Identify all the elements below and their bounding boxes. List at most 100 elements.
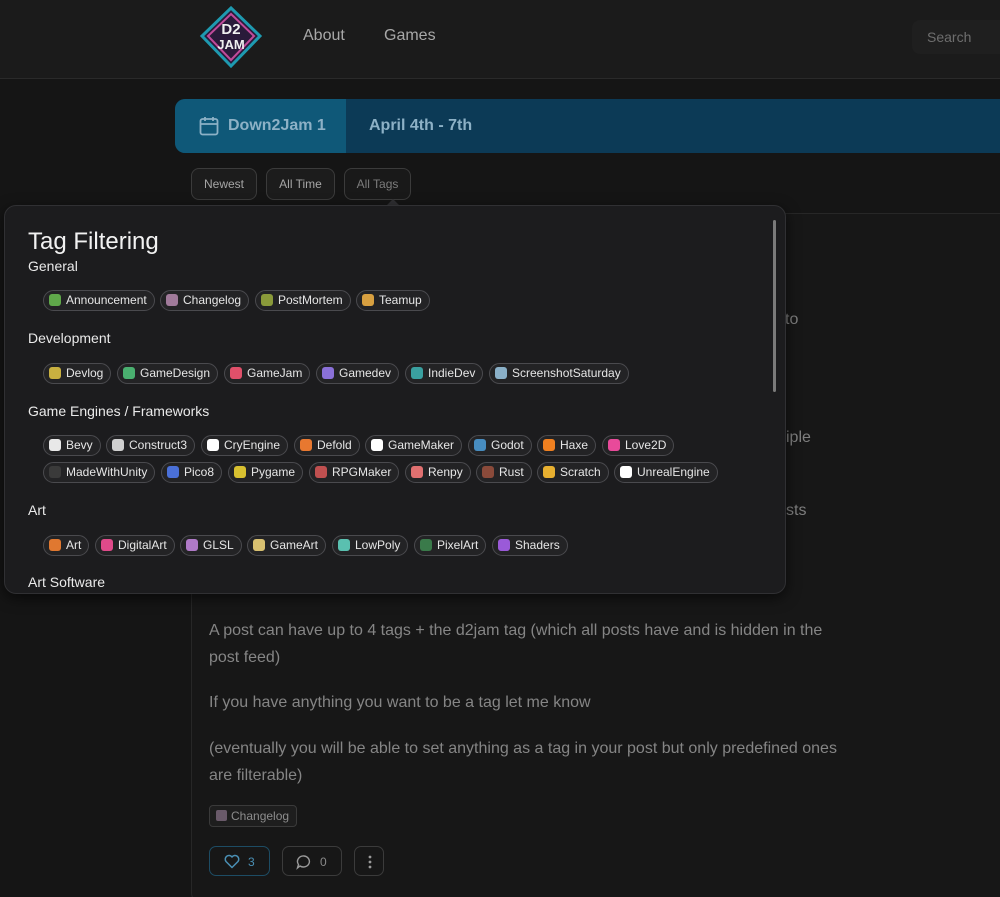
tag-section-title: Art Software — [28, 574, 106, 590]
post-text-fragment: sts — [786, 502, 807, 519]
pico8-icon — [167, 466, 179, 478]
shaders-icon — [498, 539, 510, 551]
event-banner[interactable]: Down2Jam 1 April 4th - 7th — [175, 99, 1000, 153]
postmortem-icon — [261, 294, 273, 306]
digitalart-icon — [101, 539, 113, 551]
love2d-icon — [608, 439, 620, 451]
tag-chip-scratch[interactable]: Scratch — [537, 462, 609, 483]
tag-chip-announcement[interactable]: Announcement — [43, 290, 155, 311]
tag-chip-label: MadeWithUnity — [66, 465, 148, 479]
tag-chip-devlog[interactable]: Devlog — [43, 363, 112, 384]
search-input[interactable]: Search — [912, 20, 1000, 54]
nav-about-link[interactable]: About — [303, 27, 345, 45]
post-text-fragment: to — [785, 311, 799, 328]
gamejam-icon — [230, 367, 242, 379]
post-tag-changelog[interactable]: Changelog — [209, 805, 298, 827]
tag-section-title: Art — [28, 502, 46, 518]
tag-chip-label: GameJam — [247, 366, 303, 380]
construct3-icon — [112, 439, 124, 451]
tag-chip-label: ScreenshotSaturday — [512, 366, 621, 380]
tag-chip-art[interactable]: Art — [43, 535, 90, 556]
tag-chip-gamejam[interactable]: GameJam — [224, 363, 311, 384]
like-button[interactable]: 3 — [209, 846, 270, 876]
tag-section-title: General — [28, 258, 78, 274]
tag-chip-rpgmaker[interactable]: RPGMaker — [309, 462, 400, 483]
tag-chip-love2d[interactable]: Love2D — [602, 435, 675, 456]
post-tag-label: Changelog — [231, 809, 290, 823]
tag-chip-label: IndieDev — [428, 366, 476, 380]
event-dates: April 4th - 7th — [369, 117, 473, 134]
devlog-icon — [49, 367, 61, 379]
tag-chip-godot[interactable]: Godot — [468, 435, 532, 456]
tag-chip-pygame[interactable]: Pygame — [228, 462, 304, 483]
event-name: Down2Jam 1 — [228, 117, 326, 134]
post-paragraph: If you have anything you want to be a ta… — [209, 694, 591, 711]
filter-newest-button[interactable]: Newest — [191, 168, 257, 200]
tag-chip-gameart[interactable]: GameArt — [247, 535, 327, 556]
tag-chip-pico8[interactable]: Pico8 — [161, 462, 223, 483]
like-count: 3 — [248, 855, 255, 869]
post-paragraph: A post can have up to 4 tags + the d2jam… — [209, 622, 823, 666]
tag-chip-label: Renpy — [428, 465, 463, 479]
comment-icon — [296, 855, 311, 870]
post-paragraph: (eventually you will be able to set anyt… — [209, 740, 837, 784]
tag-section-title: Game Engines / Frameworks — [28, 403, 210, 419]
tag-chip-indiedev[interactable]: IndieDev — [405, 363, 484, 384]
nav-games-link[interactable]: Games — [384, 27, 436, 45]
more-vertical-icon — [368, 855, 372, 869]
popover-scrollbar[interactable] — [773, 220, 776, 392]
scratch-icon — [543, 466, 555, 478]
pixelart-icon — [420, 539, 432, 551]
d2jam-logo[interactable]: D2 JAM — [198, 5, 264, 69]
svg-text:D2: D2 — [221, 21, 240, 38]
tag-chip-bevy[interactable]: Bevy — [43, 435, 101, 456]
tag-chip-label: Defold — [317, 438, 352, 452]
event-banner-name-section: Down2Jam 1 — [175, 99, 346, 153]
tag-chip-label: Gamedev — [339, 366, 392, 380]
tag-chip-unrealengine[interactable]: UnrealEngine — [614, 462, 718, 483]
teamup-icon — [362, 294, 374, 306]
tag-chip-gamemaker[interactable]: GameMaker — [365, 435, 463, 456]
comment-button[interactable]: 0 — [282, 846, 342, 876]
lowpoly-icon — [338, 539, 350, 551]
tag-chip-renpy[interactable]: Renpy — [405, 462, 471, 483]
tag-chip-haxe[interactable]: Haxe — [537, 435, 597, 456]
gameart-icon — [253, 539, 265, 551]
filter-all-time-button[interactable]: All Time — [266, 168, 335, 200]
tag-chip-pixelart[interactable]: PixelArt — [414, 535, 487, 556]
tag-chip-label: Art — [66, 538, 82, 552]
tag-chip-rust[interactable]: Rust — [476, 462, 532, 483]
tag-chip-construct3[interactable]: Construct3 — [106, 435, 196, 456]
tag-chip-label: GLSL — [203, 538, 234, 552]
gamedesign-icon — [123, 367, 135, 379]
tag-chip-changelog[interactable]: Changelog — [160, 290, 250, 311]
tag-chip-lowpoly[interactable]: LowPoly — [332, 535, 409, 556]
tag-chip-label: Shaders — [515, 538, 560, 552]
tag-chip-shaders[interactable]: Shaders — [492, 535, 568, 556]
tag-chip-label: Announcement — [66, 293, 147, 307]
tag-chip-label: GameDesign — [140, 366, 211, 380]
tag-chip-label: Scratch — [560, 465, 601, 479]
filter-all-tags-button[interactable]: All Tags — [344, 168, 411, 200]
more-options-button[interactable] — [354, 846, 384, 876]
screenshotsaturday-icon — [495, 367, 507, 379]
calendar-icon — [199, 117, 219, 136]
tag-chip-label: DigitalArt — [118, 538, 167, 552]
tag-chip-gamedev[interactable]: Gamedev — [316, 363, 400, 384]
tag-filter-popover: Tag Filtering General Announcement Changel… — [4, 205, 786, 594]
haxe-icon — [543, 439, 555, 451]
tag-chip-label: Pygame — [251, 465, 296, 479]
tag-chip-label: PostMortem — [278, 293, 343, 307]
tag-chip-digitalart[interactable]: DigitalArt — [95, 535, 175, 556]
tag-chip-cryengine[interactable]: CryEngine — [201, 435, 289, 456]
tag-chip-screenshotsaturday[interactable]: ScreenshotSaturday — [489, 363, 629, 384]
announcement-icon — [49, 294, 61, 306]
tag-chip-gamedesign[interactable]: GameDesign — [117, 363, 219, 384]
tag-chip-teamup[interactable]: Teamup — [356, 290, 430, 311]
tag-chip-defold[interactable]: Defold — [294, 435, 360, 456]
tag-chip-glsl[interactable]: GLSL — [180, 535, 242, 556]
tag-chip-madewithunity[interactable]: MadeWithUnity — [43, 462, 156, 483]
tag-chip-postmortem[interactable]: PostMortem — [255, 290, 351, 311]
unrealengine-icon — [620, 466, 632, 478]
popover-title: Tag Filtering — [28, 228, 159, 255]
